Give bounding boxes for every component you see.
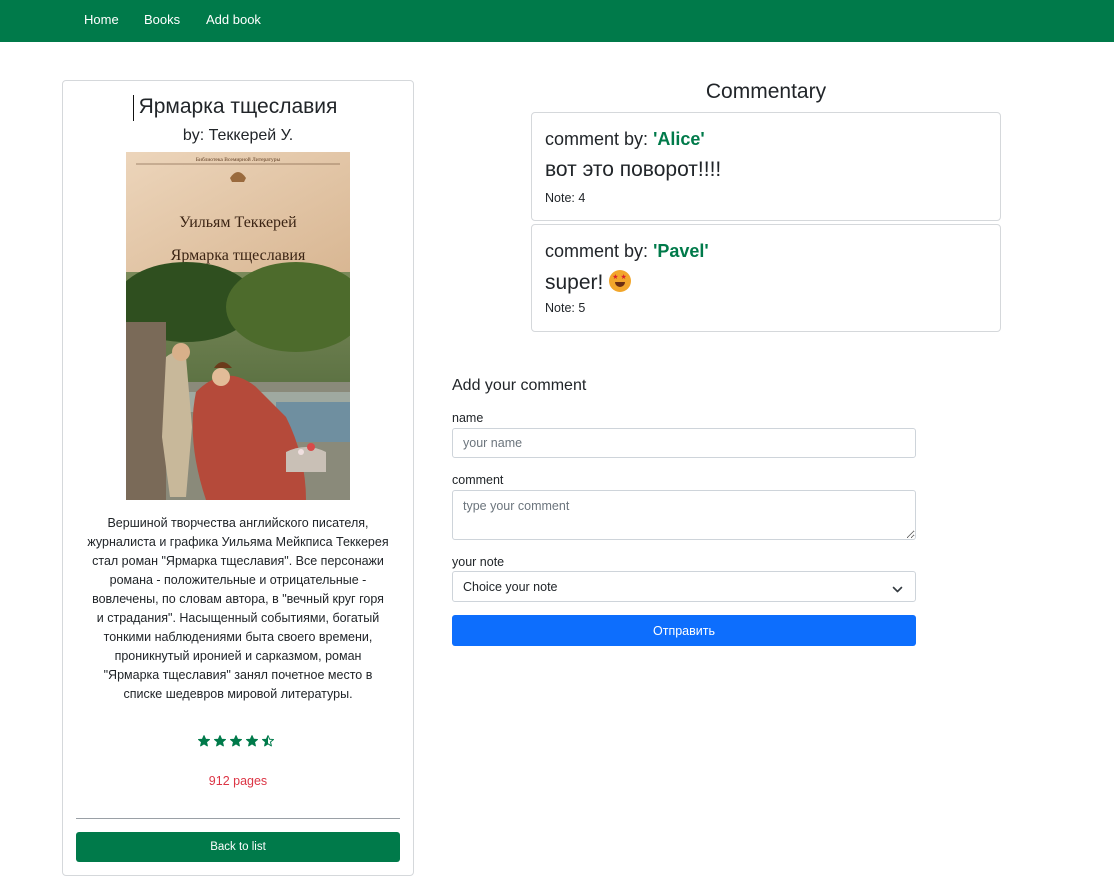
chevron-down-icon — [892, 582, 903, 600]
note-label: your note — [452, 555, 505, 569]
comment-author-line: comment by: 'Pavel' — [545, 241, 709, 262]
note-select-value: Choice your note — [463, 580, 558, 594]
back-to-list-button[interactable]: Back to list — [76, 832, 400, 862]
star-full-icon — [246, 735, 258, 747]
comment-note: Note: 4 — [545, 191, 586, 205]
star-full-icon — [198, 735, 210, 747]
name-label: name — [452, 411, 484, 425]
star-full-icon — [230, 735, 242, 747]
comment-label: comment — [452, 473, 504, 487]
rating-stars — [63, 733, 413, 754]
note-select[interactable]: Choice your note — [452, 571, 916, 602]
book-title: Ярмарка тщеславия — [138, 95, 338, 118]
star-full-icon — [214, 735, 226, 747]
submit-comment-button[interactable]: Отправить — [452, 615, 916, 646]
nav-link-home[interactable]: Home — [84, 12, 119, 27]
comment-text: вот это поворот!!!! — [545, 158, 722, 181]
comment-card: comment by: 'Pavel' super! Note: 5 — [531, 224, 1001, 332]
book-author: by: Теккерей У. — [182, 127, 294, 144]
book-card: Ярмарка тщеславия by: Теккерей У. Библио… — [62, 80, 414, 876]
star-half-icon — [262, 735, 274, 747]
comment-text-line: super! — [545, 270, 632, 295]
book-cover-image: Библиотека Всемирной Литературы Уильям Т… — [126, 152, 350, 500]
card-divider — [76, 818, 400, 819]
cover-title: Ярмарка тщеславия — [171, 247, 306, 264]
comment-card: comment by: 'Alice' вот это поворот!!!! … — [531, 112, 1001, 221]
nav-link-add-book[interactable]: Add book — [206, 12, 261, 27]
page-count: 912 pages — [208, 774, 268, 788]
comment-textarea[interactable] — [452, 490, 916, 540]
comment-text: super! — [545, 271, 604, 294]
comment-author-line: comment by: 'Alice' — [545, 129, 705, 150]
commentary-title: Commentary — [705, 80, 827, 103]
add-comment-title: Add your comment — [452, 377, 587, 394]
comment-by-label: comment by: — [545, 129, 649, 149]
star-struck-emoji-icon — [609, 270, 632, 292]
comment-by-label: comment by: — [545, 241, 649, 261]
cover-author: Уильям Теккерей — [179, 214, 297, 231]
comment-author-name: 'Pavel' — [653, 241, 709, 261]
navbar: Home Books Add book — [0, 0, 1114, 42]
cover-series: Библиотека Всемирной Литературы — [196, 156, 281, 163]
book-description: Вершиной творчества английского писателя… — [87, 516, 389, 701]
comment-note: Note: 5 — [545, 301, 586, 315]
comment-author-name: 'Alice' — [653, 129, 705, 149]
name-input[interactable] — [452, 428, 916, 458]
text-cursor — [133, 95, 134, 121]
nav-link-books[interactable]: Books — [144, 12, 180, 27]
